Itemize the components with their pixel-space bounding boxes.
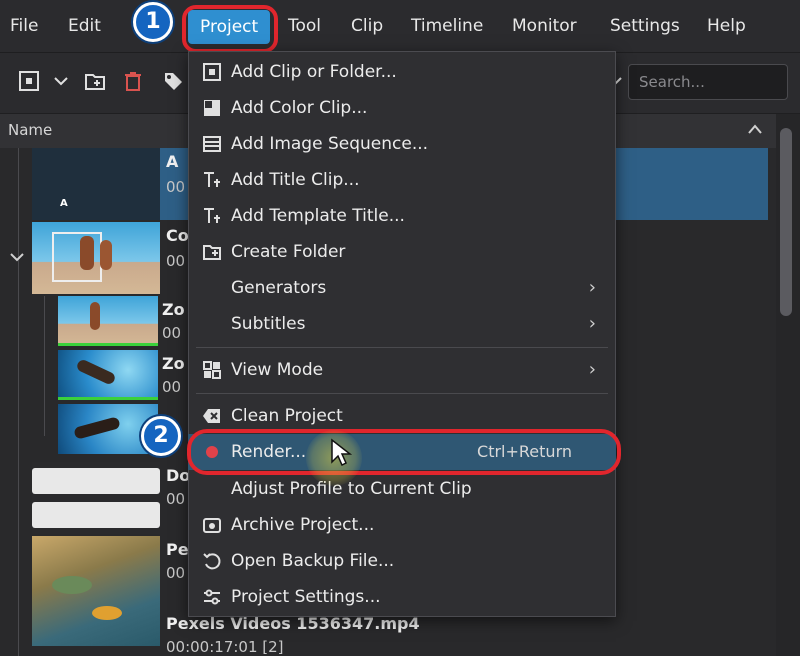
menu-item-project-settings[interactable]: Project Settings... — [188, 579, 616, 615]
menu-bar — [0, 0, 800, 53]
clip-duration: 00 — [166, 490, 186, 508]
submenu-arrow-icon: › — [588, 313, 596, 334]
step-badge-1: 1 — [133, 2, 173, 42]
view-mode-icon — [203, 361, 221, 379]
menu-item-archive-project[interactable]: Archive Project... — [188, 507, 616, 543]
settings-icon — [204, 589, 220, 605]
thumbnail-title-clip[interactable]: A — [32, 148, 160, 220]
submenu-arrow-icon: › — [588, 277, 596, 298]
menu-item-add-title-clip[interactable]: Add Title Clip... — [188, 162, 616, 198]
chevron-down-icon[interactable] — [50, 70, 72, 92]
thumbnail-zoom-1[interactable] — [58, 296, 158, 346]
menu-item-label: Add Clip or Folder... — [231, 62, 397, 82]
menu-item-add-clip[interactable]: Add Clip or Folder... — [188, 54, 616, 90]
search-input[interactable]: Search... — [628, 64, 788, 100]
clip-name[interactable]: A — [166, 152, 178, 171]
color-clip-icon — [204, 100, 220, 116]
title-clip-icon — [204, 172, 220, 187]
mouse-pointer-icon — [331, 438, 352, 467]
menu-item-view-mode[interactable]: View Mode › — [188, 352, 616, 388]
clip-name[interactable]: Do — [166, 466, 190, 485]
tree-line-child — [44, 296, 45, 436]
menu-item-label: Create Folder — [231, 242, 346, 262]
column-header-name[interactable]: Name — [8, 121, 52, 139]
add-clip-toolbar-icon[interactable] — [18, 70, 40, 92]
menu-item-render[interactable]: Render... Ctrl+Return — [188, 434, 616, 470]
clean-project-icon — [203, 409, 220, 423]
menu-item-subtitles[interactable]: Subtitles › — [188, 306, 616, 342]
tree-line — [18, 148, 19, 656]
menu-separator — [196, 393, 608, 394]
menu-item-add-image-sequence[interactable]: Add Image Sequence... — [188, 126, 616, 162]
menu-item-label: View Mode — [231, 360, 324, 380]
menu-help[interactable]: Help — [707, 0, 746, 52]
menu-item-add-template-title[interactable]: Add Template Title... — [188, 198, 616, 234]
menu-monitor[interactable]: Monitor — [512, 0, 577, 52]
menu-item-label: Archive Project... — [231, 515, 375, 535]
clip-name[interactable]: Co — [166, 226, 189, 245]
thumbnail-beach[interactable] — [32, 222, 160, 294]
clip-duration: 00 — [166, 564, 186, 582]
menu-item-add-color-clip[interactable]: Add Color Clip... — [188, 90, 616, 126]
image-sequence-icon — [203, 136, 221, 152]
menu-item-generators[interactable]: Generators › — [188, 270, 616, 306]
menu-edit[interactable]: Edit — [68, 0, 101, 52]
menu-timeline[interactable]: Timeline — [411, 0, 483, 52]
menu-file[interactable]: File — [10, 0, 38, 52]
render-icon — [206, 446, 218, 458]
clip-duration: 00 — [162, 324, 182, 342]
clip-name[interactable]: Pe — [166, 540, 189, 559]
clip-duration: 00 — [166, 178, 186, 196]
clip-name[interactable]: Zo — [162, 354, 185, 373]
menu-item-label: Project Settings... — [231, 587, 381, 607]
step-badge-2: 2 — [141, 416, 181, 456]
folder-icon[interactable] — [84, 70, 106, 92]
clip-duration: 00 — [162, 378, 182, 396]
clip-name[interactable]: Zo — [162, 300, 185, 319]
menu-item-label: Add Template Title... — [231, 206, 405, 226]
menu-item-adjust-profile[interactable]: Adjust Profile to Current Clip — [188, 471, 616, 507]
menu-item-create-folder[interactable]: Create Folder — [188, 234, 616, 270]
submenu-arrow-icon: › — [588, 359, 596, 380]
menu-separator — [196, 347, 608, 348]
clip-duration: 00:00:17:01 [2] — [166, 638, 284, 656]
add-clip-icon — [203, 63, 221, 81]
menu-item-label: Add Image Sequence... — [231, 134, 429, 154]
sort-up-icon[interactable] — [746, 122, 764, 136]
menu-item-label: Render... — [231, 442, 307, 462]
menu-item-open-backup[interactable]: Open Backup File... — [188, 543, 616, 579]
create-folder-icon — [203, 245, 221, 260]
menu-item-label: Clean Project — [231, 406, 343, 426]
menu-item-label: Add Color Clip... — [231, 98, 368, 118]
thumbnail-letter: A — [60, 198, 68, 209]
clip-duration: 00 — [166, 252, 186, 270]
menu-item-label: Add Title Clip... — [231, 170, 360, 190]
backup-icon — [203, 553, 221, 570]
expand-chevron-icon[interactable] — [8, 250, 26, 264]
menu-item-label: Open Backup File... — [231, 551, 395, 571]
menu-tool[interactable]: Tool — [288, 0, 321, 52]
menu-clip[interactable]: Clip — [351, 0, 383, 52]
thumbnail-zoom-2[interactable] — [58, 350, 158, 400]
menu-item-shortcut: Ctrl+Return — [477, 442, 572, 461]
template-title-icon — [204, 208, 220, 223]
scrollbar-thumb[interactable] — [780, 128, 792, 316]
archive-icon — [203, 518, 221, 533]
menu-item-label: Subtitles — [231, 314, 306, 334]
tag-icon[interactable] — [162, 70, 184, 92]
thumbnail-audio-waveform[interactable] — [32, 462, 160, 534]
thumbnail-reef[interactable] — [32, 536, 160, 646]
menu-settings[interactable]: Settings — [610, 0, 680, 52]
delete-icon[interactable] — [122, 70, 144, 92]
menu-project[interactable]: Project — [188, 10, 271, 44]
menu-item-label: Generators — [231, 278, 327, 298]
menu-item-clean-project[interactable]: Clean Project — [188, 398, 616, 434]
